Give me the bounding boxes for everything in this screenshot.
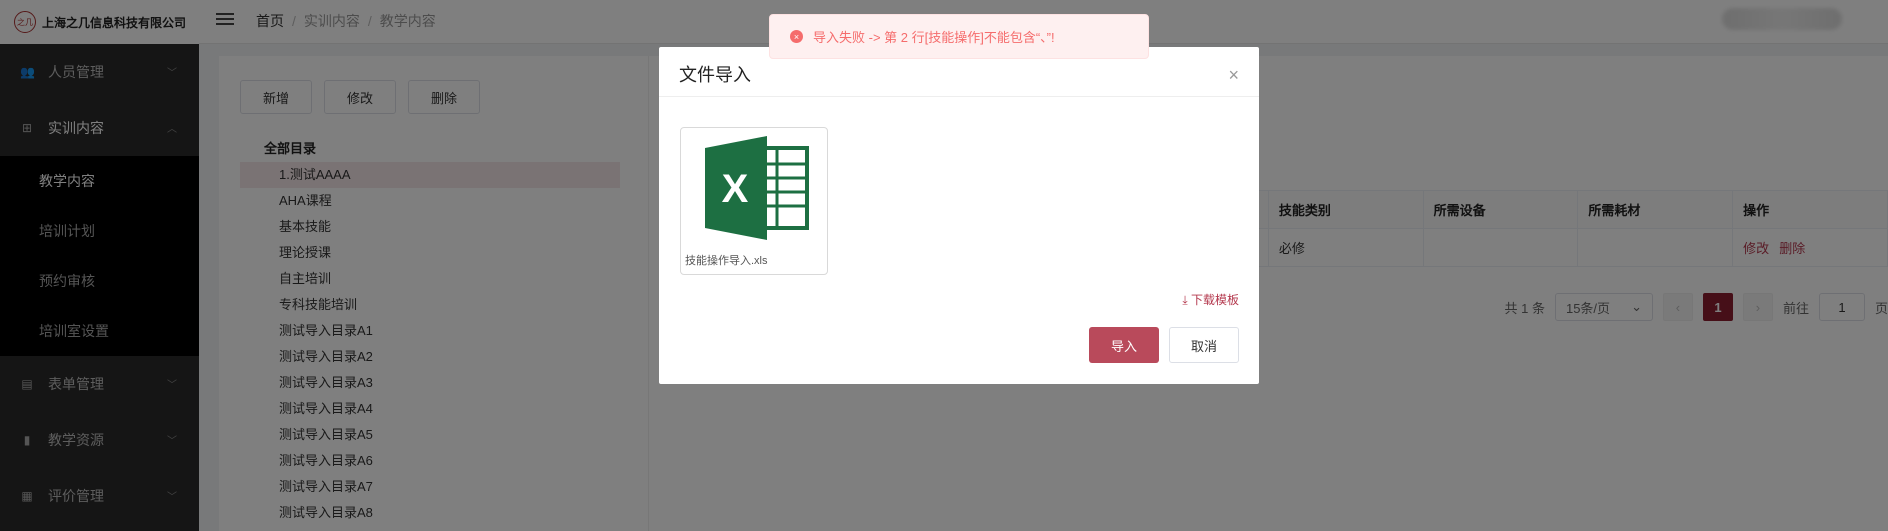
close-icon[interactable]: × [1228,66,1239,84]
download-template-link[interactable]: ⤓ 下载模板 [1182,291,1239,308]
uploaded-file-card[interactable]: X 技能操作导入.xls [680,127,828,275]
file-import-dialog: 文件导入 × X 技能操作导入.xls ⤓ 下载模板 导入 取消 [659,47,1259,384]
download-label: 下载模板 [1190,293,1239,307]
error-toast: × 导入失败 -> 第 2 行[技能操作]不能包含“、”! [769,14,1149,59]
cancel-button[interactable]: 取消 [1169,327,1239,363]
dialog-actions: 导入 取消 [1089,327,1239,363]
import-button[interactable]: 导入 [1089,327,1159,363]
error-icon: × [790,30,803,43]
excel-file-icon: X [705,136,809,240]
file-name: 技能操作导入.xls [685,255,768,267]
download-icon: ⤓ [1182,293,1188,307]
svg-text:X: X [722,167,749,211]
dialog-title: 文件导入 [679,65,751,85]
toast-message: 导入失败 -> 第 2 行[技能操作]不能包含“、”! [813,30,1055,45]
